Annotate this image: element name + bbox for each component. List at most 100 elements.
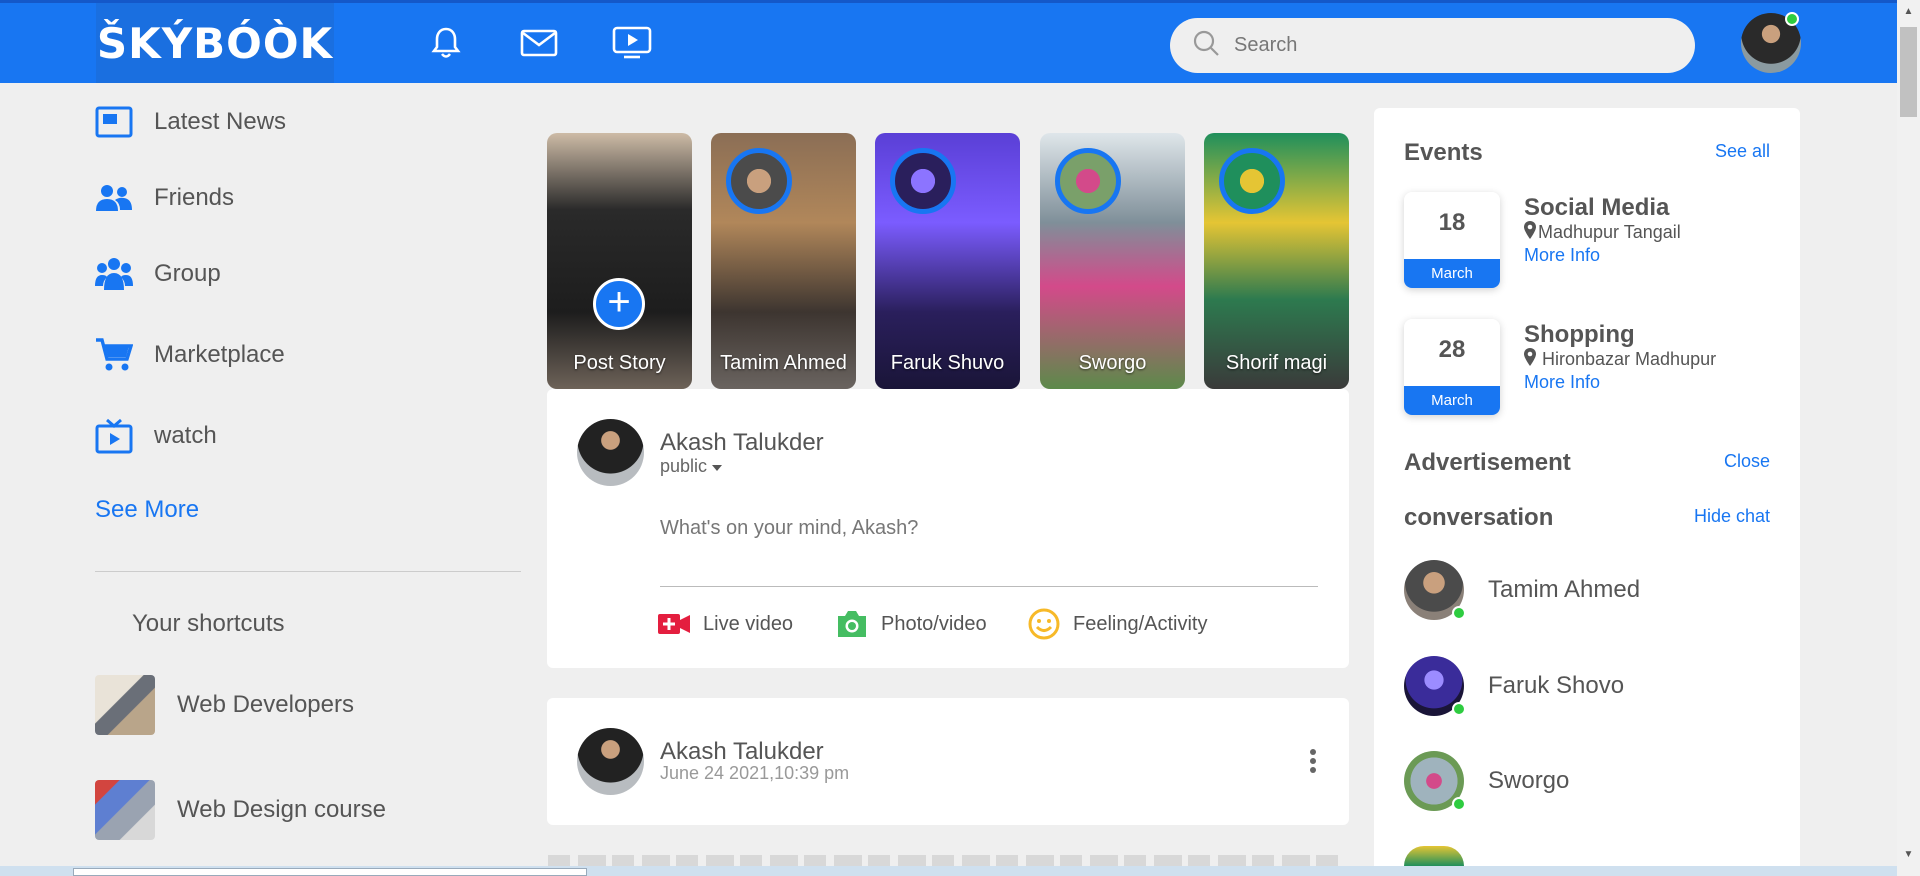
events-title: Events [1404, 139, 1483, 166]
event-month: March [1404, 259, 1500, 288]
story-card-sworgo[interactable]: Sworgo [1040, 133, 1185, 389]
map-pin-icon [1524, 348, 1536, 371]
composer-input[interactable]: What's on your mind, Akash? [660, 517, 918, 540]
scroll-up-arrow[interactable]: ▲ [1900, 3, 1917, 20]
search-bar[interactable] [1170, 18, 1695, 73]
camera-icon [836, 608, 868, 640]
shortcut-label: Web Design course [177, 796, 386, 823]
event-location-label: Hironbazar Madhupur [1542, 349, 1717, 369]
search-input[interactable] [1234, 34, 1674, 57]
story-name: Faruk Shuvo [890, 352, 1005, 374]
avatar [1404, 560, 1466, 620]
post-timestamp: June 24 2021,10:39 pm [660, 763, 850, 783]
story-card-faruk-shuvo[interactable]: Faruk Shuvo [875, 133, 1020, 389]
bell-icon[interactable] [426, 23, 466, 63]
news-icon [94, 102, 134, 142]
live-video-button[interactable]: Live video [658, 608, 793, 640]
story-avatar [1055, 148, 1121, 214]
video-icon[interactable] [612, 23, 652, 63]
sidebar-item-label: Marketplace [154, 341, 285, 368]
mail-icon[interactable] [519, 23, 559, 63]
close-ad-button[interactable]: Close [1724, 451, 1770, 472]
online-indicator [1452, 797, 1466, 811]
sidebar-item-friends[interactable]: Friends [94, 178, 234, 218]
scrollbar-track[interactable] [1897, 0, 1920, 876]
add-story-button[interactable]: + [593, 278, 645, 330]
story-card-tamim-ahmed[interactable]: Tamim Ahmed [711, 133, 856, 389]
conversation-name: Tamim Ahmed [1488, 576, 1641, 603]
hide-chat-button[interactable]: Hide chat [1694, 506, 1770, 527]
story-avatar [726, 148, 792, 214]
story-avatar [1219, 148, 1285, 214]
conversation-item[interactable]: Faruk Shovo [1404, 656, 1624, 716]
live-video-label: Live video [703, 612, 794, 635]
logo[interactable]: ŠKÝBÓÒK [96, 3, 334, 83]
live-video-icon [658, 608, 690, 640]
map-pin-icon [1524, 221, 1536, 244]
event-month: March [1404, 386, 1500, 415]
top-navbar: ŠKÝBÓÒK [0, 0, 1897, 83]
feeling-activity-button[interactable]: Feeling/Activity [1028, 608, 1208, 640]
sidebar-item-marketplace[interactable]: Marketplace [94, 335, 285, 375]
composer-divider [660, 586, 1318, 587]
composer-user-name[interactable]: Akash Talukder [660, 429, 824, 457]
event-more-info-link[interactable]: More Info [1524, 245, 1600, 266]
story-name: Shorif magi [1225, 352, 1328, 374]
story-card-post-story[interactable]: + Post Story [547, 133, 692, 389]
see-more-link[interactable]: See More [95, 496, 199, 524]
scrollbar-thumb[interactable] [1900, 27, 1917, 117]
conversation-name: Faruk Shovo [1488, 672, 1625, 699]
see-all-events-link[interactable]: See all [1715, 141, 1770, 162]
sidebar-item-label: watch [154, 422, 217, 449]
shortcut-web-design-course[interactable]: Web Design course [95, 780, 386, 840]
advertisement-title: Advertisement [1404, 449, 1571, 476]
event-title[interactable]: Shopping [1524, 321, 1635, 349]
conversation-name: Sworgo [1488, 767, 1570, 794]
sidebar-item-watch[interactable]: watch [94, 416, 217, 456]
story-card-shorif-magi[interactable]: Shorif magi [1204, 133, 1349, 389]
sidebar-item-latest-news[interactable]: Latest News [94, 102, 286, 142]
event-location-label: Madhupur Tangail [1538, 222, 1681, 242]
event-date-badge: 18 March [1404, 192, 1500, 288]
sidebar-item-group[interactable]: Group [94, 254, 221, 294]
composer-avatar[interactable] [577, 419, 644, 486]
shortcut-label: Web Developers [177, 691, 354, 718]
feeling-activity-label: Feeling/Activity [1073, 612, 1208, 635]
group-icon [94, 254, 134, 294]
smiley-icon [1028, 608, 1060, 640]
scroll-down-arrow[interactable]: ▼ [1900, 846, 1917, 863]
sidebar-item-label: Friends [154, 184, 235, 211]
online-indicator [1452, 606, 1466, 620]
caret-down-icon [712, 456, 723, 477]
shortcut-thumbnail [95, 675, 155, 735]
conversation-item[interactable]: Sworgo [1404, 751, 1569, 811]
story-avatar [890, 148, 956, 214]
event-location: Hironbazar Madhupur [1524, 348, 1716, 371]
story-name: Post Story [573, 352, 666, 374]
friends-icon [94, 178, 134, 218]
event-day: 28 [1438, 336, 1466, 363]
story-name: Sworgo [1078, 352, 1147, 374]
search-icon [1192, 29, 1220, 62]
sidebar-item-label: Latest News [154, 108, 287, 135]
post-avatar[interactable] [577, 728, 644, 795]
photo-video-button[interactable]: Photo/video [836, 608, 987, 640]
event-day: 18 [1438, 209, 1466, 236]
shortcut-thumbnail [95, 780, 155, 840]
avatar [1404, 656, 1466, 716]
post-author-name[interactable]: Akash Talukder [660, 738, 824, 766]
story-name: Tamim Ahmed [720, 352, 847, 374]
watch-icon [94, 416, 134, 456]
conversation-item[interactable]: Tamim Ahmed [1404, 560, 1640, 620]
event-title[interactable]: Social Media [1524, 194, 1669, 222]
event-location: Madhupur Tangail [1524, 221, 1681, 244]
event-more-info-link[interactable]: More Info [1524, 372, 1600, 393]
event-date-badge: 28 March [1404, 319, 1500, 415]
online-indicator [1785, 12, 1799, 26]
sidebar-item-label: Group [154, 260, 221, 287]
privacy-selector[interactable]: public [660, 456, 723, 477]
shortcut-web-developers[interactable]: Web Developers [95, 675, 354, 735]
shortcuts-title: Your shortcuts [132, 610, 285, 637]
more-options-icon[interactable] [1303, 748, 1323, 774]
conversation-title: conversation [1404, 504, 1554, 531]
